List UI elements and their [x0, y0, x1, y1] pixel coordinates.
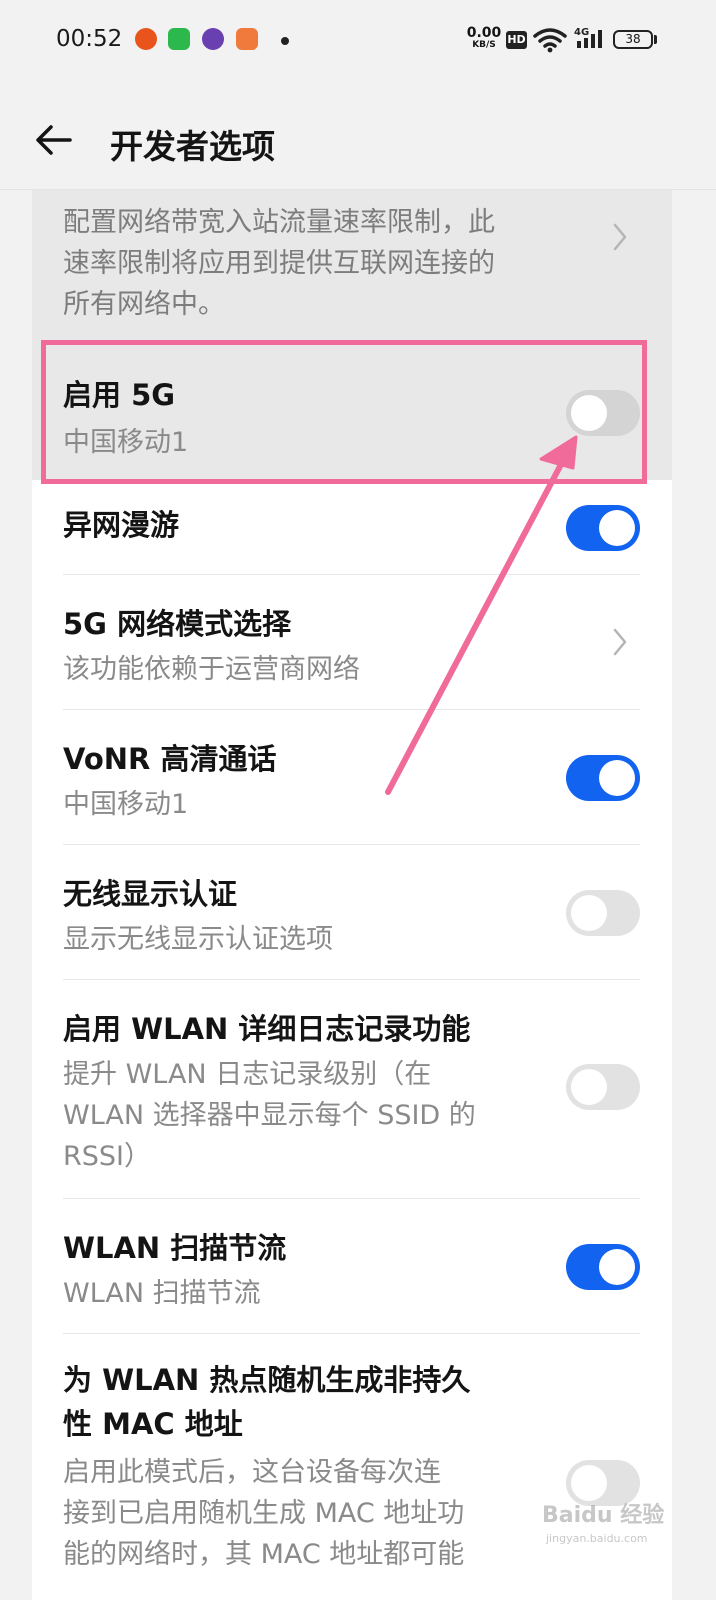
wlan-random-mac-subtitle: 启用此模式后，这台设备每次连 接到已启用随机生成 MAC 地址功 能的网络时，其…	[63, 1457, 465, 1570]
chevron-right-icon	[613, 223, 627, 251]
wlan-random-mac-title: 为 WLAN 热点随机生成非持久 性 MAC 地址	[63, 1363, 471, 1441]
network-roaming-toggle[interactable]	[566, 505, 640, 551]
settings-row-wlan-scan-throttle[interactable]: WLAN 扫描节流 WLAN 扫描节流	[32, 1199, 672, 1333]
network-roaming-title: 异网漫游	[63, 508, 180, 542]
battery-tip	[654, 35, 657, 44]
wlan-scan-throttle-subtitle: WLAN 扫描节流	[63, 1278, 261, 1309]
settings-row-wlan-random-mac[interactable]: 为 WLAN 热点随机生成非持久 性 MAC 地址 启用此模式后，这台设备每次连…	[32, 1334, 672, 1600]
baidu-watermark-logo-icon: Baidu 经验 jingyan.baidu.com	[542, 1502, 664, 1545]
toggle-knob	[599, 1249, 635, 1285]
wireless-display-cert-subtitle: 显示无线显示认证选项	[63, 924, 333, 955]
app-notification-icon-3	[202, 28, 224, 50]
wireless-display-cert-toggle[interactable]	[566, 890, 640, 936]
cellular-signal-icon: 4G	[574, 27, 602, 48]
wlan-verbose-logging-title: 启用 WLAN 详细日志记录功能	[63, 1012, 471, 1046]
settings-row-bandwidth-limit[interactable]: 配置网络带宽入站流量速率限制，此 速率限制将应用到提供互联网连接的 所有网络中。	[32, 190, 672, 340]
toggle-knob	[571, 1069, 607, 1105]
status-time: 00:52	[56, 26, 123, 52]
5g-network-mode-title: 5G 网络模式选择	[63, 607, 292, 641]
app-header: 开发者选项	[0, 84, 716, 190]
battery-level: 38	[625, 32, 641, 46]
wlan-verbose-logging-subtitle: 提升 WLAN 日志记录级别（在 WLAN 选择器中显示每个 SSID 的 RS…	[63, 1059, 476, 1172]
toggle-knob	[599, 510, 635, 546]
settings-row-network-roaming[interactable]: 异网漫游	[32, 480, 672, 574]
wlan-verbose-logging-toggle[interactable]	[566, 1064, 640, 1110]
vonr-hd-call-title: VoNR 高清通话	[63, 742, 277, 776]
wireless-display-cert-title: 无线显示认证	[63, 877, 238, 911]
settings-row-wireless-display-cert[interactable]: 无线显示认证 显示无线显示认证选项	[32, 845, 672, 979]
network-type-label: 4G	[574, 27, 589, 38]
vonr-hd-call-toggle[interactable]	[566, 755, 640, 801]
wlan-scan-throttle-toggle[interactable]	[566, 1244, 640, 1290]
chevron-right-icon	[613, 628, 627, 656]
hd-badge: HD	[506, 31, 527, 49]
app-notification-icon-2	[168, 28, 190, 50]
watermark-text: Baidu 经验	[542, 1502, 664, 1528]
settings-row-5g-network-mode[interactable]: 5G 网络模式选择 该功能依赖于运营商网络	[32, 575, 672, 709]
network-speed-value: 0.00	[466, 25, 502, 41]
wlan-scan-throttle-title: WLAN 扫描节流	[63, 1231, 287, 1265]
watermark-url: jingyan.baidu.com	[545, 1532, 648, 1545]
settings-row-wlan-verbose-logging[interactable]: 启用 WLAN 详细日志记录功能 提升 WLAN 日志记录级别（在 WLAN 选…	[32, 980, 672, 1198]
network-speed: 0.00 KB/S	[466, 25, 502, 51]
toggle-knob	[599, 760, 635, 796]
status-bar: 00:52 0.00 KB/S HD 4G 38	[0, 0, 716, 84]
annotation-highlight-box	[41, 340, 647, 484]
settings-row-vonr-hd-call[interactable]: VoNR 高清通话 中国移动1	[32, 710, 672, 844]
app-notification-icon-4	[236, 28, 258, 50]
back-arrow-icon[interactable]	[34, 123, 74, 157]
battery-icon: 38	[613, 30, 653, 49]
wifi-icon	[533, 28, 567, 53]
toggle-knob	[571, 895, 607, 931]
vonr-hd-call-subtitle: 中国移动1	[63, 789, 189, 820]
bandwidth-limit-description: 配置网络带宽入站流量速率限制，此 速率限制将应用到提供互联网连接的 所有网络中。	[63, 207, 495, 320]
app-notification-icon-1	[135, 28, 157, 50]
page-title: 开发者选项	[110, 127, 275, 166]
5g-network-mode-subtitle: 该功能依赖于运营商网络	[63, 654, 360, 685]
more-notifications-dot-icon	[281, 37, 289, 45]
